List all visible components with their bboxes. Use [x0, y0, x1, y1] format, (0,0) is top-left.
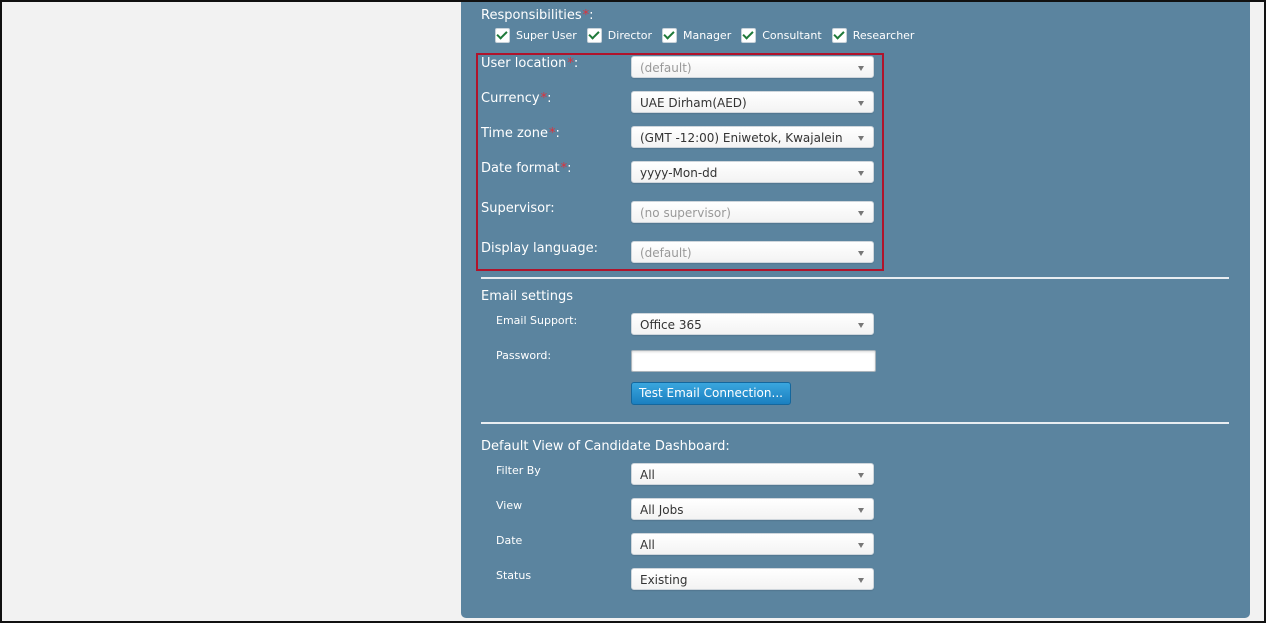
- responsibilities-checkboxes: Super User Director Manager Consultant R…: [495, 27, 924, 43]
- select-value: yyyy-Mon-dd: [640, 166, 718, 180]
- time-zone-label: Time zone*:: [481, 126, 560, 141]
- checkbox-director[interactable]: Director: [586, 27, 652, 43]
- checkbox-consultant[interactable]: Consultant: [741, 27, 822, 43]
- select-value: All Jobs: [640, 503, 684, 517]
- supervisor-label: Supervisor:: [481, 201, 555, 216]
- checkbox-checked-icon[interactable]: [741, 27, 757, 43]
- label-suffix: :: [555, 126, 560, 141]
- date-format-label-text: Date format: [481, 161, 560, 176]
- chevron-down-icon: [858, 136, 864, 141]
- label-suffix: :: [567, 161, 572, 176]
- supervisor-select[interactable]: (no supervisor): [631, 201, 874, 223]
- status-select[interactable]: Existing: [631, 568, 874, 590]
- chevron-down-icon: [858, 211, 864, 216]
- select-value: Office 365: [640, 318, 702, 332]
- label-suffix: :: [547, 91, 552, 106]
- filter-by-label: Filter By: [496, 464, 541, 477]
- checkbox-manager[interactable]: Manager: [662, 27, 732, 43]
- select-value: (default): [640, 246, 692, 260]
- status-label: Status: [496, 569, 532, 582]
- time-zone-select[interactable]: (GMT -12:00) Eniwetok, Kwajalein: [631, 126, 874, 148]
- email-support-select[interactable]: Office 365: [631, 313, 874, 335]
- select-value: Existing: [640, 573, 688, 587]
- responsibilities-label: Responsibilities*:: [481, 8, 594, 23]
- display-language-select[interactable]: (default): [631, 241, 874, 263]
- email-support-label: Email Support:: [496, 314, 578, 327]
- view-label: View: [496, 499, 523, 512]
- label-suffix: :: [573, 56, 579, 71]
- select-value: All: [640, 538, 655, 552]
- date-select[interactable]: All: [631, 533, 874, 555]
- checkbox-checked-icon[interactable]: [831, 27, 847, 43]
- chevron-down-icon: [858, 578, 864, 583]
- user-location-label-text: User location: [481, 56, 567, 71]
- test-email-connection-button[interactable]: Test Email Connection...: [631, 382, 791, 405]
- checkbox-checked-icon[interactable]: [586, 27, 602, 43]
- select-value: (no supervisor): [640, 206, 731, 220]
- chevron-down-icon: [858, 251, 864, 256]
- filter-by-select[interactable]: All: [631, 463, 874, 485]
- checkbox-researcher[interactable]: Researcher: [831, 27, 915, 43]
- chevron-down-icon: [858, 508, 864, 513]
- email-settings-title: Email settings: [481, 289, 574, 304]
- checkbox-label: Researcher: [852, 28, 915, 42]
- checkbox-label: Director: [607, 28, 652, 42]
- view-select[interactable]: All Jobs: [631, 498, 874, 520]
- label-suffix: :: [589, 8, 594, 23]
- chevron-down-icon: [858, 66, 864, 71]
- chevron-down-icon: [858, 171, 864, 176]
- select-value: All: [640, 468, 655, 482]
- section-divider: [481, 422, 1229, 424]
- password-label: Password:: [496, 349, 552, 362]
- currency-select[interactable]: UAE Dirham(AED): [631, 91, 874, 113]
- dashboard-title: Default View of Candidate Dashboard:: [481, 439, 730, 454]
- currency-label: Currency*:: [481, 91, 551, 106]
- select-value: (GMT -12:00) Eniwetok, Kwajalein: [640, 131, 843, 145]
- date-format-select[interactable]: yyyy-Mon-dd: [631, 161, 874, 183]
- chevron-down-icon: [858, 543, 864, 548]
- chevron-down-icon: [858, 323, 864, 328]
- section-divider: [481, 277, 1229, 279]
- date-label: Date: [496, 534, 523, 547]
- password-input[interactable]: [631, 350, 876, 372]
- checkbox-label: Super User: [516, 28, 577, 42]
- checkbox-super-user[interactable]: Super User: [495, 27, 577, 43]
- checkbox-label: Consultant: [762, 28, 822, 42]
- select-value: UAE Dirham(AED): [640, 96, 747, 110]
- checkbox-label: Manager: [683, 28, 732, 42]
- select-value: (default): [640, 61, 692, 75]
- checkbox-checked-icon[interactable]: [495, 27, 510, 43]
- display-language-label: Display language:: [481, 241, 598, 256]
- chevron-down-icon: [858, 101, 864, 106]
- user-location-label: User location*:: [481, 56, 578, 71]
- date-format-label: Date format*:: [481, 161, 571, 176]
- chevron-down-icon: [858, 473, 864, 478]
- time-zone-label-text: Time zone: [481, 126, 548, 141]
- responsibilities-label-text: Responsibilities: [481, 8, 582, 23]
- user-location-select[interactable]: (default): [631, 56, 874, 78]
- checkbox-checked-icon[interactable]: [662, 27, 677, 43]
- currency-label-text: Currency: [481, 91, 540, 106]
